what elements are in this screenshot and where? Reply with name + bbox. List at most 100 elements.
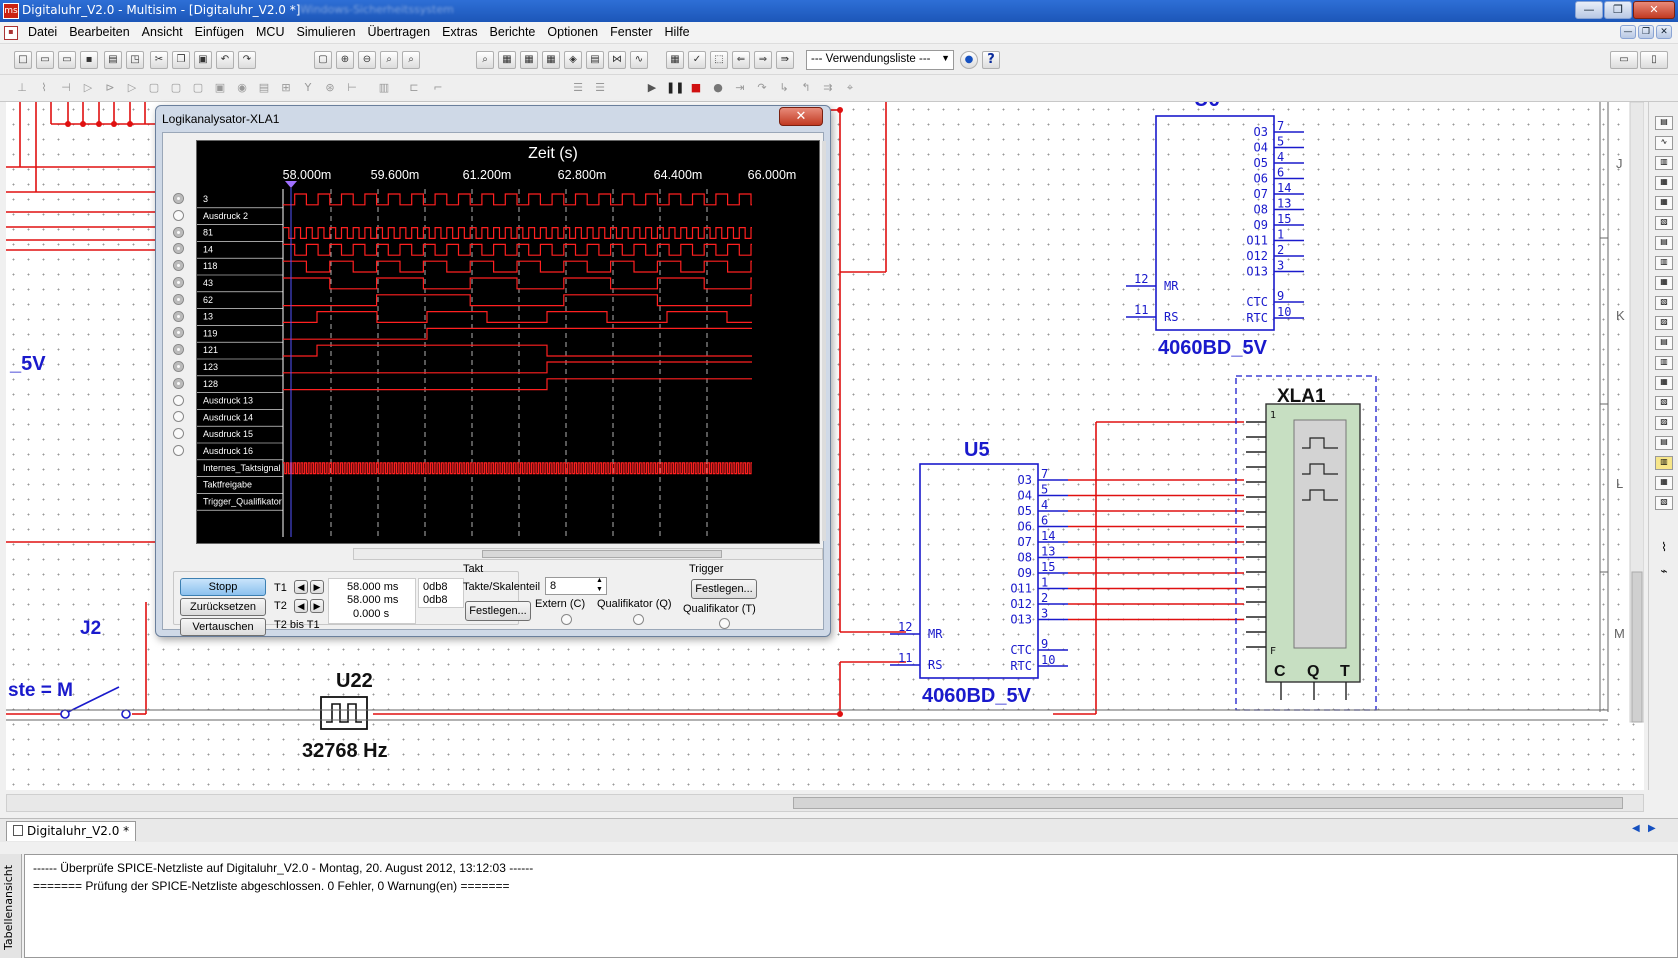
undo-icon[interactable]: ↶ [216, 51, 234, 69]
transistor-icon[interactable]: ⊳ [102, 80, 118, 96]
word-generator-icon[interactable]: ▥ [1655, 256, 1673, 270]
postprocessor-icon[interactable]: ⋈ [608, 51, 626, 69]
channel-radio[interactable] [173, 394, 184, 406]
fullscreen-icon[interactable]: ▢ [314, 51, 332, 69]
electromech-icon[interactable]: ⊢ [344, 80, 360, 96]
app-icon[interactable]: ms [3, 3, 19, 19]
record-icon[interactable]: ● [710, 80, 726, 96]
network-analyzer-icon[interactable]: ▦ [1655, 376, 1673, 390]
output-side-tab[interactable]: Tabellenansicht [0, 854, 22, 958]
menu-ansicht[interactable]: Ansicht [136, 22, 189, 39]
t2-left-arrow-icon[interactable]: ◀ [294, 599, 308, 613]
channel-radio[interactable] [173, 293, 184, 305]
layout-icon[interactable]: ▭ [1610, 51, 1638, 69]
globe-icon[interactable]: ● [960, 51, 978, 69]
menu-mcu[interactable]: MCU [250, 22, 290, 39]
list-icon[interactable]: ☰ [570, 80, 586, 96]
zoom-page-icon[interactable]: ⌕ [402, 51, 420, 69]
help-icon[interactable]: ? [982, 51, 1000, 69]
probe-icon[interactable]: ⌖ [842, 80, 858, 96]
antenna-icon[interactable]: Y [300, 80, 316, 96]
bode-plotter-icon[interactable]: ▧ [1655, 216, 1673, 230]
multimeter-icon[interactable]: ▤ [1655, 116, 1673, 130]
indicator-icon[interactable]: ◉ [234, 80, 250, 96]
four-channel-scope-icon[interactable]: ▦ [1655, 196, 1673, 210]
labview-icon[interactable]: ▧ [1655, 496, 1673, 510]
clock-qualifier-radio[interactable] [633, 614, 644, 625]
current-probe-icon[interactable]: ⌇ [1655, 540, 1673, 554]
database-icon[interactable]: ▦ [520, 51, 538, 69]
mcu-icon[interactable]: ▥ [376, 80, 392, 96]
channel-radio[interactable] [173, 428, 184, 440]
tab-scroll-right-icon[interactable]: ▶ [1648, 823, 1656, 834]
capacitor-icon[interactable]: ⊣ [58, 80, 74, 96]
hierarchical-icon[interactable]: ⊏ [406, 80, 422, 96]
spin-up-icon[interactable]: ▲ [596, 577, 603, 584]
switch-contact-left[interactable] [60, 709, 70, 719]
agilent-generator-icon[interactable]: ▧ [1655, 396, 1673, 410]
mdi-minimize-button[interactable]: — [1620, 25, 1636, 39]
swap-button[interactable]: Vertauschen [180, 618, 266, 636]
analyzer-hscroll-thumb[interactable] [482, 550, 722, 558]
mixed-icon[interactable]: ▣ [212, 80, 228, 96]
table-icon[interactable]: ▤ [586, 51, 604, 69]
paste-icon[interactable]: ▣ [194, 51, 212, 69]
step-out-icon[interactable]: ↰ [798, 80, 814, 96]
run-icon[interactable]: ▶ [644, 80, 660, 96]
clocks-per-div-input[interactable]: 8 ▲ ▼ [545, 577, 607, 595]
transfer-icon[interactable]: ⇛ [776, 51, 794, 69]
open-folder-icon[interactable]: ▭ [36, 51, 54, 69]
horizontal-scroll-thumb[interactable] [793, 797, 1623, 809]
menu-bearbeiten[interactable]: Bearbeiten [63, 22, 135, 39]
zoom-in-icon[interactable]: ⊕ [336, 51, 354, 69]
analyzer-vertical-scrollbar[interactable] [822, 141, 826, 541]
run-to-cursor-icon[interactable]: ⇉ [820, 80, 836, 96]
t1-left-arrow-icon[interactable]: ◀ [294, 580, 308, 594]
spin-down-icon[interactable]: ▼ [596, 586, 603, 593]
logic-converter-icon[interactable]: ▧ [1655, 296, 1673, 310]
menu-extras[interactable]: Extras [436, 22, 483, 39]
channel-radio[interactable] [173, 310, 184, 322]
clock-set-button[interactable]: Festlegen... [465, 601, 531, 621]
trigger-qualifier-radio[interactable] [719, 618, 730, 629]
vertical-scroll-thumb[interactable] [1631, 571, 1643, 723]
channel-radio[interactable] [173, 277, 184, 288]
t2-right-arrow-icon[interactable]: ▶ [310, 599, 324, 613]
menu-uebertragen[interactable]: Übertragen [362, 22, 437, 39]
power-icon[interactable]: ▤ [256, 80, 272, 96]
menu-optionen[interactable]: Optionen [541, 22, 604, 39]
menu-hilfe[interactable]: Hilfe [659, 22, 696, 39]
t1-right-arrow-icon[interactable]: ▶ [310, 580, 324, 594]
step-over-icon[interactable]: ↷ [754, 80, 770, 96]
breadboard-icon[interactable]: ▦ [666, 51, 684, 69]
mdi-restore-button[interactable]: ❐ [1638, 25, 1654, 39]
opamp-icon[interactable]: ▷ [124, 80, 140, 96]
tektronix-scope-icon[interactable]: ▥ [1655, 456, 1673, 470]
list-2-icon[interactable]: ☰ [592, 80, 608, 96]
clock-source[interactable] [320, 696, 368, 730]
reset-button[interactable]: Zurücksetzen [180, 598, 266, 616]
zoom-out-icon[interactable]: ⊖ [358, 51, 376, 69]
print-icon[interactable]: ▤ [104, 51, 122, 69]
step-icon[interactable]: ⇥ [732, 80, 748, 96]
frequency-counter-icon[interactable]: ▤ [1655, 236, 1673, 250]
grapher-icon[interactable]: ∿ [630, 51, 648, 69]
spectrum-analyzer-icon[interactable]: ▥ [1655, 356, 1673, 370]
cmos-icon[interactable]: ▢ [168, 80, 184, 96]
usage-list-select[interactable]: --- Verwendungsliste --- ▼ [806, 50, 954, 70]
channel-radio[interactable] [173, 411, 184, 423]
agilent-scope-icon[interactable]: ▤ [1655, 436, 1673, 450]
channel-radio[interactable] [173, 193, 184, 204]
ttl-icon[interactable]: ▢ [146, 80, 162, 96]
cut-icon[interactable]: ✂ [150, 51, 168, 69]
save-icon[interactable]: ▪ [80, 51, 98, 69]
cursor-t1-marker[interactable] [285, 181, 297, 188]
bus-icon[interactable]: ⌐ [430, 80, 446, 96]
document-icon[interactable]: ▪ [4, 26, 18, 40]
channel-radio[interactable] [173, 445, 184, 456]
open-sample-icon[interactable]: ▭ [58, 51, 76, 69]
probe-tool-icon[interactable]: ⌁ [1655, 564, 1673, 578]
tab-scroll-left-icon[interactable]: ◀ [1632, 823, 1640, 834]
distortion-analyzer-icon[interactable]: ▤ [1655, 336, 1673, 350]
erc-icon[interactable]: ✓ [688, 51, 706, 69]
